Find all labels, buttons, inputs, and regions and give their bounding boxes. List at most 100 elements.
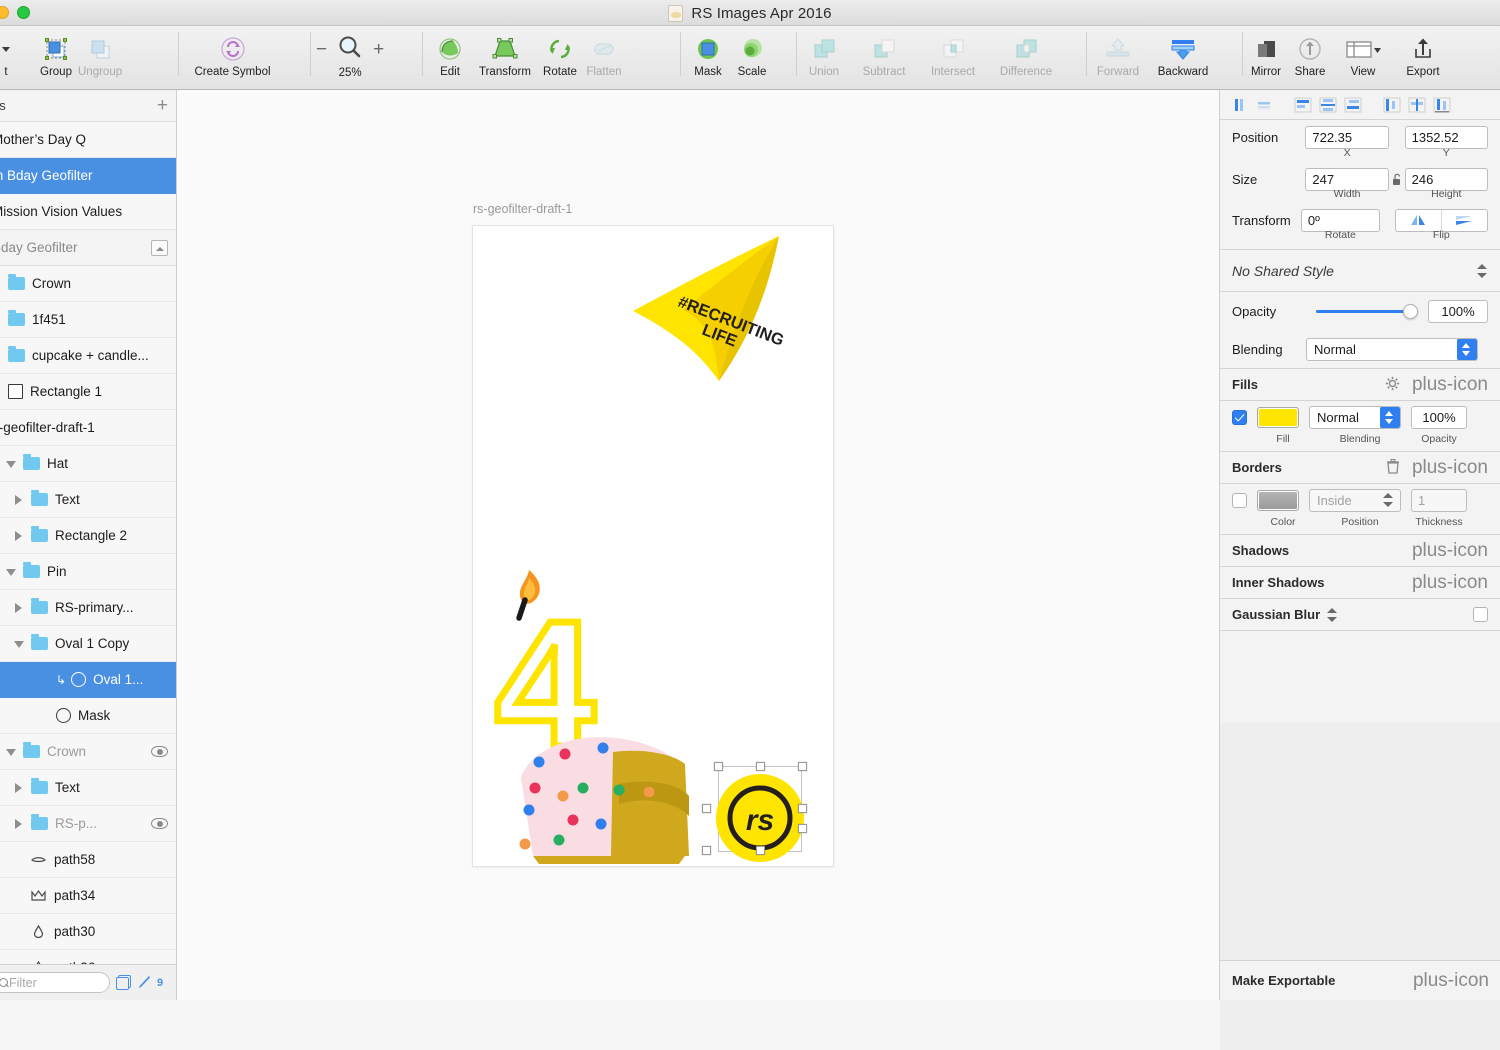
distribute-right-icon[interactable] (1429, 94, 1454, 116)
add-export-button[interactable]: plus-icon (1413, 971, 1489, 990)
layer-row-rs-primary[interactable]: RS-primary... (0, 590, 176, 626)
distribute-left-icon[interactable] (1379, 94, 1404, 116)
layer-row-hat[interactable]: Hat (0, 446, 176, 482)
add-border-button[interactable]: plus-icon (1412, 458, 1488, 477)
disclosure-down-icon[interactable] (6, 747, 16, 757)
page-item-mission-vision-values[interactable]: Mission Vision Values (0, 194, 176, 230)
add-inner-shadow-button[interactable]: plus-icon (1412, 573, 1488, 592)
chevron-updown-icon[interactable] (1457, 338, 1477, 360)
border-thickness-input[interactable]: 1 (1411, 488, 1467, 512)
selection-handle-br[interactable] (798, 824, 807, 833)
align-middle-icon[interactable] (1315, 94, 1340, 116)
page-item-bday-geofilter[interactable]: th Bday Geofilter (0, 158, 176, 194)
align-bottom-icon[interactable] (1340, 94, 1365, 116)
toolbar-zoom-control[interactable]: − + 25% (316, 26, 384, 79)
opacity-slider[interactable] (1316, 302, 1418, 320)
chevron-updown-icon[interactable] (1327, 606, 1338, 624)
toolbar-export-button[interactable]: Export (1394, 26, 1452, 78)
fill-color-swatch[interactable] (1257, 406, 1299, 428)
artboard-name-label[interactable]: rs-geofilter-draft-1 (473, 202, 572, 216)
disclosure-right-icon[interactable] (14, 530, 24, 541)
toolbar-forward-button[interactable]: Forward (1088, 26, 1148, 78)
make-exportable-section[interactable]: Make Exportable plus-icon (1220, 960, 1500, 1000)
flip-horizontal-icon[interactable] (1396, 210, 1441, 231)
add-fill-button[interactable]: plus-icon (1412, 375, 1488, 394)
gear-icon[interactable] (1385, 376, 1400, 394)
artboard-rs-geofilter-draft-1[interactable]: #RECRUITING LIFE 4 rs (473, 226, 833, 866)
pen-icon[interactable] (137, 975, 151, 990)
flip-vertical-icon[interactable] (1442, 210, 1487, 231)
party-hat-graphic[interactable]: #RECRUITING LIFE (621, 226, 821, 421)
opacity-slider-knob[interactable] (1403, 304, 1418, 319)
layer-row-rs-p-hidden[interactable]: RS-p... (0, 806, 176, 842)
duplicate-icon[interactable] (116, 975, 131, 990)
shared-style-dropdown[interactable]: No Shared Style (1220, 250, 1500, 292)
layer-row-pin[interactable]: Pin (0, 554, 176, 590)
position-y-input[interactable]: 1352.52 (1404, 125, 1488, 149)
border-color-swatch[interactable] (1257, 489, 1299, 511)
selection-handle-tc[interactable] (756, 762, 765, 771)
layer-row-crown[interactable]: Crown (0, 266, 176, 302)
disclosure-right-icon[interactable] (14, 782, 24, 793)
selection-handle-bl[interactable] (702, 846, 711, 855)
toolbar-intersect-button[interactable]: Intersect (918, 26, 988, 78)
border-enabled-checkbox[interactable] (1232, 492, 1247, 508)
zoom-out-button[interactable]: − (316, 40, 327, 59)
toolbar-view-button[interactable]: View (1332, 26, 1394, 78)
zoom-in-button[interactable]: + (373, 40, 384, 59)
layer-row-path58[interactable]: path58 (0, 842, 176, 878)
layer-row-path34[interactable]: path34 (0, 878, 176, 914)
toolbar-share-button[interactable]: Share (1288, 26, 1332, 78)
toolbar-group-button[interactable]: Group (34, 26, 78, 78)
toolbar-backward-button[interactable]: Backward (1148, 26, 1218, 78)
layer-row-crown-hidden[interactable]: Crown (0, 734, 176, 770)
align-left-icon[interactable] (1226, 94, 1251, 116)
rs-badge-selection-group[interactable]: rs (702, 762, 810, 864)
toolbar-transform-button[interactable]: Transform (472, 26, 538, 78)
add-shadow-button[interactable]: plus-icon (1412, 541, 1488, 560)
chevron-updown-icon[interactable] (1380, 406, 1400, 428)
layer-row-cupcake-candle[interactable]: cupcake + candle... (0, 338, 176, 374)
toolbar-subtract-button[interactable]: Subtract (850, 26, 918, 78)
layers-group-header[interactable]: Bday Geofilter (0, 230, 176, 266)
visibility-eye-icon[interactable] (151, 746, 168, 757)
layer-row-text[interactable]: Text (0, 482, 176, 518)
selection-handle-tr[interactable] (798, 762, 807, 771)
distribute-center-icon[interactable] (1404, 94, 1429, 116)
toolbar-mirror-button[interactable]: Mirror (1244, 26, 1288, 78)
fill-blending-select[interactable]: Normal (1309, 405, 1401, 429)
selection-handle-mr[interactable] (798, 804, 807, 813)
disclosure-right-icon[interactable] (14, 818, 24, 829)
toolbar-flatten-button[interactable]: Flatten (582, 26, 626, 78)
position-x-input[interactable]: 722.35 (1305, 125, 1389, 149)
border-position-select[interactable]: Inside (1309, 488, 1401, 512)
chevron-updown-icon[interactable] (1383, 491, 1394, 509)
disclosure-down-icon[interactable] (14, 639, 24, 649)
disclosure-down-icon[interactable] (6, 567, 16, 577)
gaussian-blur-checkbox[interactable] (1473, 607, 1488, 622)
toolbar-insert-truncated[interactable]: t (0, 26, 28, 78)
disclosure-right-icon[interactable] (14, 602, 24, 613)
layer-row-text-2[interactable]: Text (0, 770, 176, 806)
cupcake-candle-graphic[interactable]: 4 (493, 556, 708, 866)
layer-row-artboard-rs-geofilter-draft-1[interactable]: s-geofilter-draft-1 (0, 410, 176, 446)
canvas-area[interactable]: rs-geofilter-draft-1 #RECRUITING LIFE 4 (177, 90, 1219, 1000)
disclosure-down-icon[interactable] (6, 459, 16, 469)
layer-row-oval-1-copy[interactable]: Oval 1 Copy (0, 626, 176, 662)
layer-row-path30[interactable]: path30 (0, 914, 176, 950)
toolbar-mask-button[interactable]: Mask (686, 26, 730, 78)
trash-icon[interactable] (1386, 458, 1400, 477)
filter-input[interactable]: Filter (0, 972, 110, 993)
page-item-mothers-day[interactable]: Mother’s Day Q (0, 122, 176, 158)
unlocked-icon[interactable] (1389, 173, 1405, 186)
layer-row-mask[interactable]: Mask (0, 698, 176, 734)
blending-select[interactable]: Normal (1306, 337, 1478, 361)
toolbar-rotate-button[interactable]: Rotate (538, 26, 582, 78)
align-center-horizontal-icon[interactable] (1251, 94, 1276, 116)
layer-row-rectangle-1[interactable]: Rectangle 1 (0, 374, 176, 410)
selection-handle-ml[interactable] (702, 804, 711, 813)
toolbar-union-button[interactable]: Union (798, 26, 850, 78)
toolbar-scale-button[interactable]: Scale (730, 26, 774, 78)
fill-enabled-checkbox[interactable] (1232, 409, 1247, 425)
selection-handle-tl[interactable] (714, 762, 723, 771)
